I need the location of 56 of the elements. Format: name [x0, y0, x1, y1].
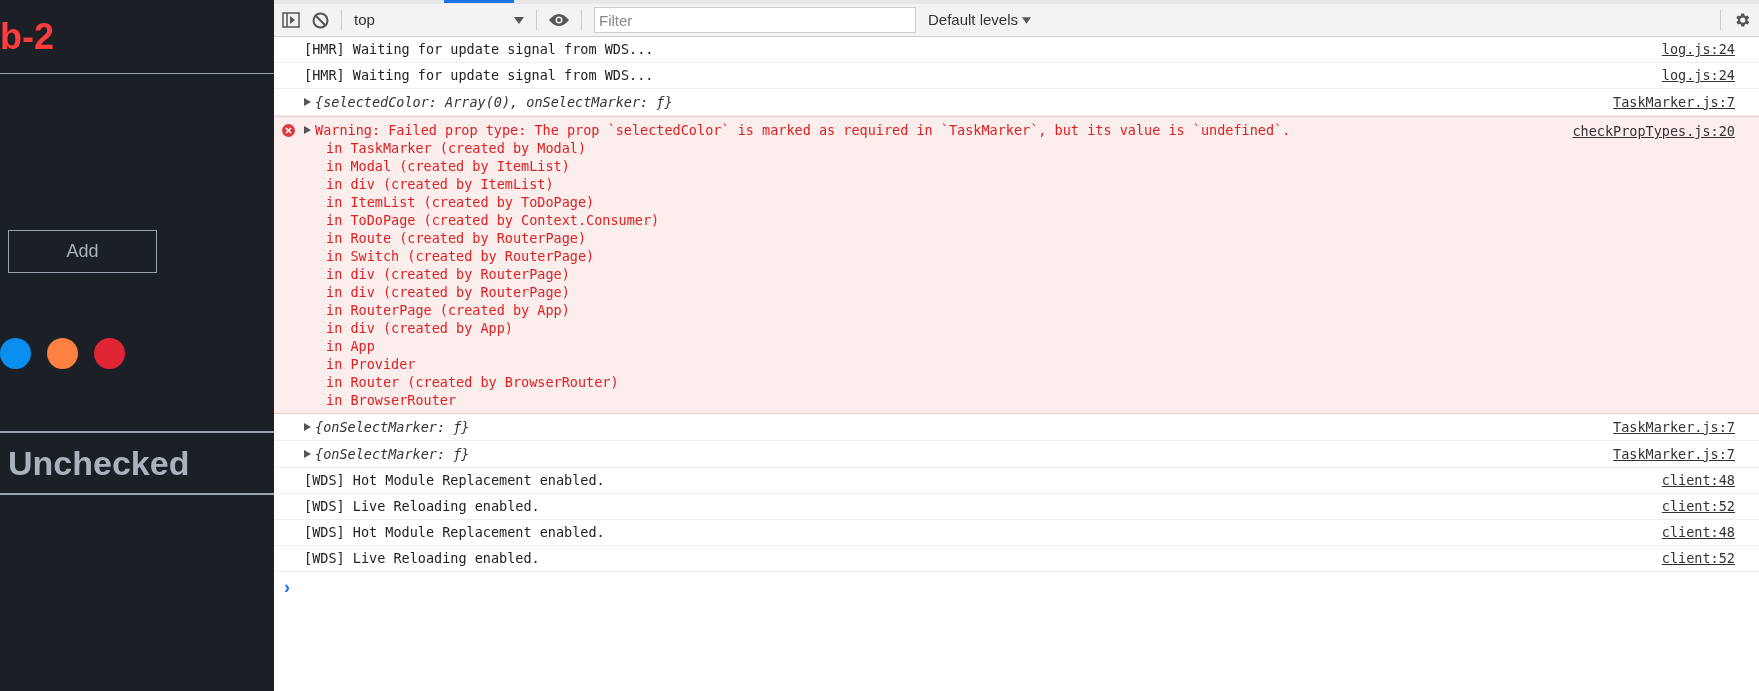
source-link[interactable]: client:52 — [1661, 548, 1735, 569]
stack-trace-line: in Provider — [325, 355, 417, 373]
object-preview[interactable]: {selectedColor: Array(0), onSelectMarker: ƒ} — [315, 91, 673, 113]
eye-icon[interactable] — [549, 13, 569, 27]
stack-trace-line: in ItemList (created by ToDoPage) — [325, 193, 596, 211]
caret-icon — [514, 16, 524, 24]
color-marker[interactable] — [0, 338, 31, 369]
stack-trace-line: in RouterPage (created by App) — [325, 301, 571, 319]
color-marker[interactable] — [47, 338, 78, 369]
expand-triangle-icon[interactable] — [304, 98, 311, 106]
object-preview[interactable]: {onSelectMarker: ƒ} — [315, 416, 470, 438]
log-message: [HMR] Waiting for update signal from WDS... — [304, 66, 654, 86]
log-message: [WDS] Hot Module Replacement enabled. — [304, 471, 605, 491]
source-link[interactable]: TaskMarker.js:7 — [1613, 91, 1735, 113]
stack-trace-line: in Route (created by RouterPage) — [325, 229, 588, 247]
stack-trace-line: in TaskMarker (created by Modal) — [325, 139, 588, 157]
source-link[interactable]: client:48 — [1661, 470, 1735, 491]
object-preview[interactable]: {onSelectMarker: ƒ} — [315, 443, 470, 465]
source-link[interactable]: client:52 — [1661, 496, 1735, 517]
log-message: [WDS] Live Reloading enabled. — [304, 497, 540, 517]
stack-trace-line: in BrowserRouter — [325, 391, 458, 409]
error-text: Warning: Failed prop type: The prop `selectedColor` is marked as required in `TaskMarker`, but its value is `undefined`. — [315, 121, 1291, 139]
expand-triangle-icon[interactable] — [304, 126, 311, 134]
source-link[interactable]: client:48 — [1661, 522, 1735, 543]
section-title: Unchecked — [8, 442, 190, 484]
caret-icon — [1022, 16, 1032, 24]
context-dropdown[interactable]: top — [354, 8, 524, 32]
source-link[interactable]: TaskMarker.js:7 — [1613, 416, 1735, 438]
stack-trace-line: in div (created by App) — [325, 319, 514, 337]
active-tab-indicator — [444, 0, 514, 3]
stack-trace-line: in div (created by RouterPage) — [325, 283, 571, 301]
log-message: [HMR] Waiting for update signal from WDS... — [304, 40, 654, 60]
stack-trace-line: in App — [325, 337, 376, 355]
filter-field[interactable]: Filter — [594, 7, 916, 33]
page-title: b-2 — [0, 14, 54, 59]
log-message: [WDS] Live Reloading enabled. — [304, 549, 540, 569]
source-link[interactable]: checkPropTypes.js:20 — [1572, 121, 1735, 142]
stack-trace-line: in div (created by RouterPage) — [325, 265, 571, 283]
levels-dropdown[interactable]: Default levels — [928, 8, 1032, 32]
source-link[interactable]: TaskMarker.js:7 — [1613, 443, 1735, 465]
stack-trace-line: in Switch (created by RouterPage) — [325, 247, 596, 265]
error-icon — [282, 124, 295, 137]
console-prompt[interactable]: › — [284, 577, 290, 597]
source-link[interactable]: log.js:24 — [1661, 65, 1735, 86]
stack-trace-line: in Router (created by BrowserRouter) — [325, 373, 620, 391]
stack-trace-line: in ToDoPage (created by Context.Consumer) — [325, 211, 661, 229]
log-message: [WDS] Hot Module Replacement enabled. — [304, 523, 605, 543]
sidebar-toggle-icon[interactable] — [282, 12, 300, 28]
stack-trace-line: in Modal (created by ItemList) — [325, 157, 571, 175]
expand-triangle-icon[interactable] — [304, 423, 311, 431]
source-link[interactable]: log.js:24 — [1661, 39, 1735, 60]
expand-triangle-icon[interactable] — [304, 450, 311, 458]
add-button[interactable]: Add — [8, 230, 157, 273]
stack-trace-line: in div (created by ItemList) — [325, 175, 555, 193]
color-marker[interactable] — [94, 338, 125, 369]
clear-console-icon[interactable] — [312, 11, 329, 29]
